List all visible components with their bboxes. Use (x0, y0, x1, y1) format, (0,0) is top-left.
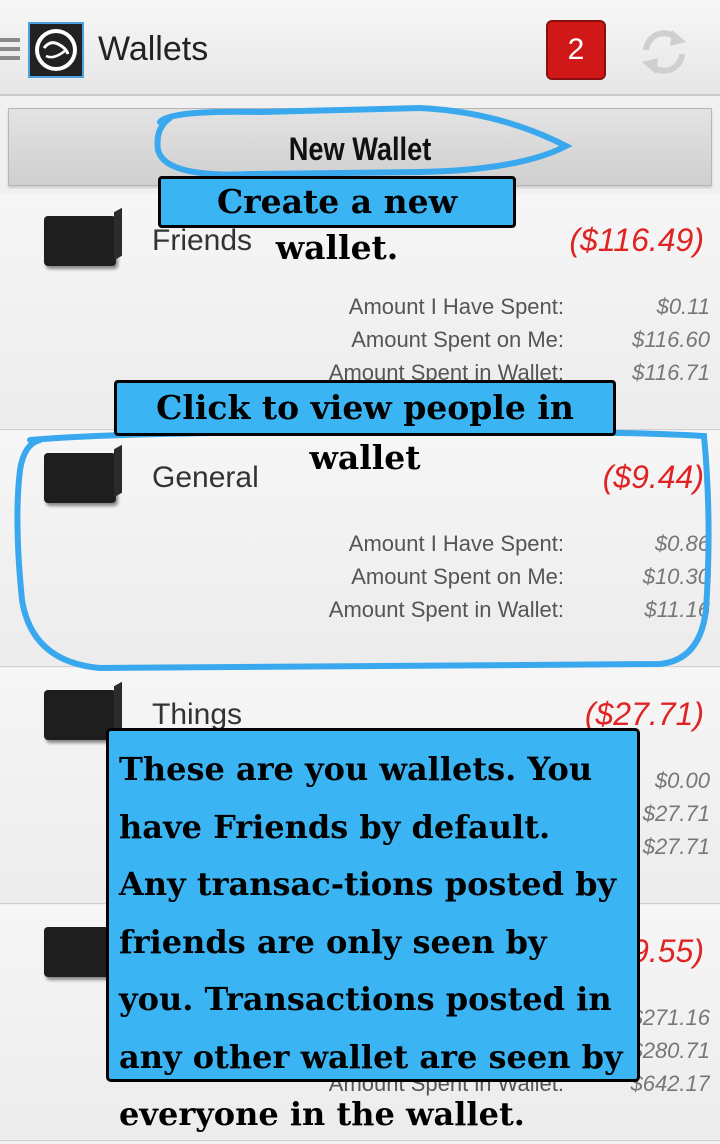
have-spent-value: $0.11 (656, 294, 710, 319)
have-spent-value: $0.86 (654, 531, 710, 556)
spent-on-me-value: $10.30 (642, 564, 710, 589)
refresh-icon[interactable] (636, 24, 692, 80)
spent-on-me-label: Amount Spent on Me: (351, 327, 564, 352)
annotation-click-wallet: Click to view people in wallet (114, 380, 616, 477)
annotation-create-wallet: Create a new wallet. (158, 176, 516, 267)
wallet-balance: ($9.44) (602, 459, 704, 495)
app-logo[interactable] (28, 22, 84, 78)
new-wallet-button[interactable]: New Wallet (8, 108, 712, 186)
wallet-balance: ($116.49) (569, 222, 704, 258)
page-title: Wallets (98, 30, 209, 68)
annotation-wallets-info: These are you wallets. You have Friends … (106, 728, 640, 1133)
wallet-icon (44, 216, 116, 266)
wallet-name: Things (152, 698, 243, 731)
spent-on-me-value: $116.60 (632, 327, 710, 352)
spent-in-wallet-value: $11.16 (644, 597, 710, 622)
spent-on-me-label: Amount Spent on Me: (351, 564, 564, 589)
notification-badge[interactable]: 2 (546, 20, 606, 80)
have-spent-label: Amount I Have Spent: (348, 531, 564, 556)
spent-in-wallet-label: Amount Spent in Wallet: (328, 597, 564, 622)
wallet-icon (44, 453, 116, 503)
new-wallet-label: New Wallet (288, 131, 432, 167)
have-spent-label: Amount I Have Spent: (348, 294, 564, 319)
menu-icon[interactable] (0, 38, 20, 64)
wallet-name: General (152, 461, 259, 494)
wallet-balance: 9.55) (631, 933, 704, 969)
action-bar: Wallets 2 (0, 0, 720, 96)
wallet-name: Friends (152, 224, 253, 257)
